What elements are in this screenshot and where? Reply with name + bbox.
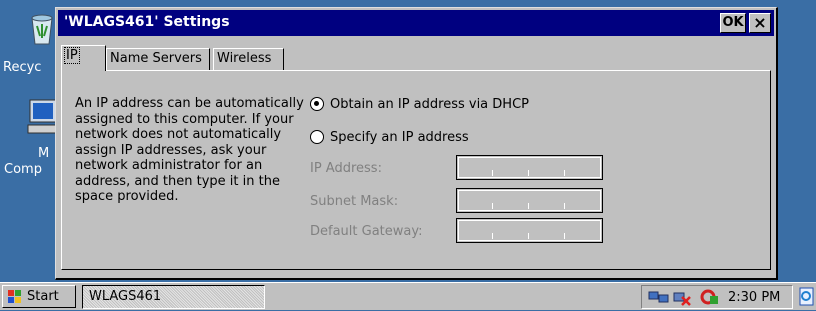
ip-address-field-inner bbox=[458, 157, 601, 178]
tab-name-servers[interactable]: Name Servers bbox=[106, 48, 210, 70]
my-computer-label-2[interactable]: Comp bbox=[4, 162, 42, 177]
settings-dialog: 'WLAGS461' Settings OK × IP Name Servers… bbox=[55, 7, 778, 280]
clock[interactable]: 2:30 PM bbox=[728, 290, 780, 305]
radio-dhcp-button[interactable] bbox=[310, 97, 324, 111]
dialog-title: 'WLAGS461' Settings bbox=[64, 14, 230, 30]
start-button[interactable]: Start bbox=[2, 285, 76, 308]
ip-separator bbox=[528, 203, 529, 209]
tab-name-servers-label: Name Servers bbox=[110, 51, 202, 66]
network-icon[interactable] bbox=[648, 289, 670, 309]
system-tray: 2:30 PM bbox=[641, 285, 793, 309]
ip-separator bbox=[564, 203, 565, 209]
tab-ip[interactable]: IP bbox=[61, 45, 106, 71]
ip-info-text: An IP address can be automatically assig… bbox=[75, 96, 304, 204]
close-button[interactable]: × bbox=[749, 13, 771, 33]
radio-specify[interactable]: Specify an IP address bbox=[310, 129, 510, 147]
radio-dhcp[interactable]: Obtain an IP address via DHCP bbox=[310, 96, 570, 114]
default-gateway-label: Default Gateway: bbox=[310, 224, 423, 239]
default-gateway-field-inner bbox=[458, 220, 601, 241]
ip-address-field[interactable] bbox=[456, 155, 603, 180]
ip-separator bbox=[492, 233, 493, 239]
ip-separator bbox=[564, 233, 565, 239]
default-gateway-field[interactable] bbox=[456, 218, 603, 243]
tab-ip-label: IP bbox=[64, 47, 80, 64]
ip-separator bbox=[564, 170, 565, 176]
my-computer-label-1[interactable]: M bbox=[38, 146, 49, 161]
taskbar-item-wlags461[interactable]: WLAGS461 bbox=[82, 285, 265, 309]
ip-separator bbox=[528, 233, 529, 239]
radio-specify-button[interactable] bbox=[310, 130, 324, 144]
subnet-mask-label: Subnet Mask: bbox=[310, 194, 399, 209]
radio-dhcp-label[interactable]: Obtain an IP address via DHCP bbox=[330, 96, 529, 114]
ip-separator bbox=[528, 170, 529, 176]
ok-button[interactable]: OK bbox=[720, 13, 746, 33]
ip-address-label: IP Address: bbox=[310, 161, 382, 176]
wireless-disconnected-icon[interactable] bbox=[672, 289, 694, 311]
tab-wireless-label: Wireless bbox=[217, 51, 272, 66]
dialog-titlebar[interactable]: 'WLAGS461' Settings OK × bbox=[58, 10, 774, 36]
subnet-mask-field[interactable] bbox=[456, 188, 603, 213]
tab-wireless[interactable]: Wireless bbox=[213, 48, 284, 70]
subnet-mask-field-inner bbox=[458, 190, 601, 211]
recycle-bin-label[interactable]: Recyc bbox=[3, 60, 41, 75]
windows-logo-icon bbox=[7, 289, 23, 311]
ip-separator bbox=[492, 203, 493, 209]
start-label: Start bbox=[27, 289, 59, 304]
ip-separator bbox=[492, 170, 493, 176]
radio-specify-label[interactable]: Specify an IP address bbox=[330, 129, 469, 147]
sync-icon[interactable] bbox=[698, 288, 720, 310]
show-desktop-icon[interactable] bbox=[797, 285, 816, 309]
taskbar: Start WLAGS461 2:30 PM bbox=[0, 282, 816, 310]
